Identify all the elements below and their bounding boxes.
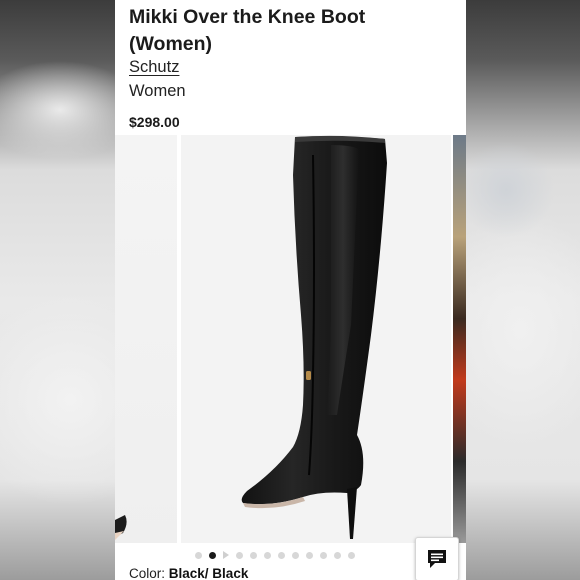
carousel-slide-previous[interactable]: [115, 135, 177, 543]
product-title: Mikki Over the Knee Boot (Women): [129, 6, 366, 55]
brand-link[interactable]: Schutz: [129, 58, 179, 77]
previous-boot-toe-image: [115, 515, 127, 540]
carousel-pagination: [195, 549, 362, 561]
color-value: Black/ Black: [168, 566, 249, 580]
color-selection: Color: Black/ Black: [129, 566, 248, 580]
carousel-dot[interactable]: [236, 551, 243, 559]
image-carousel[interactable]: [115, 135, 466, 543]
carousel-dot[interactable]: [334, 551, 341, 559]
video-play-icon[interactable]: [223, 551, 229, 559]
carousel-dot-active[interactable]: [209, 551, 216, 559]
carousel-dot[interactable]: [195, 551, 202, 559]
chat-bubble-icon: [428, 550, 446, 568]
carousel-dot[interactable]: [264, 551, 271, 559]
boot-product-image: [241, 135, 387, 539]
carousel-dot[interactable]: [306, 551, 313, 559]
product-page: Mikki Over the Knee Boot (Women) Schutz …: [115, 0, 466, 580]
carousel-slide-main[interactable]: [181, 135, 451, 543]
carousel-dot[interactable]: [320, 551, 327, 559]
carousel-slide-next[interactable]: [453, 135, 466, 543]
color-label: Color:: [129, 566, 166, 580]
carousel-dot[interactable]: [278, 551, 285, 559]
carousel-dot[interactable]: [292, 551, 299, 559]
chat-button[interactable]: [415, 537, 459, 580]
carousel-dot[interactable]: [348, 551, 355, 559]
carousel-dot[interactable]: [250, 551, 257, 559]
product-price: $298.00: [129, 114, 180, 130]
department-label: Women: [129, 82, 186, 100]
